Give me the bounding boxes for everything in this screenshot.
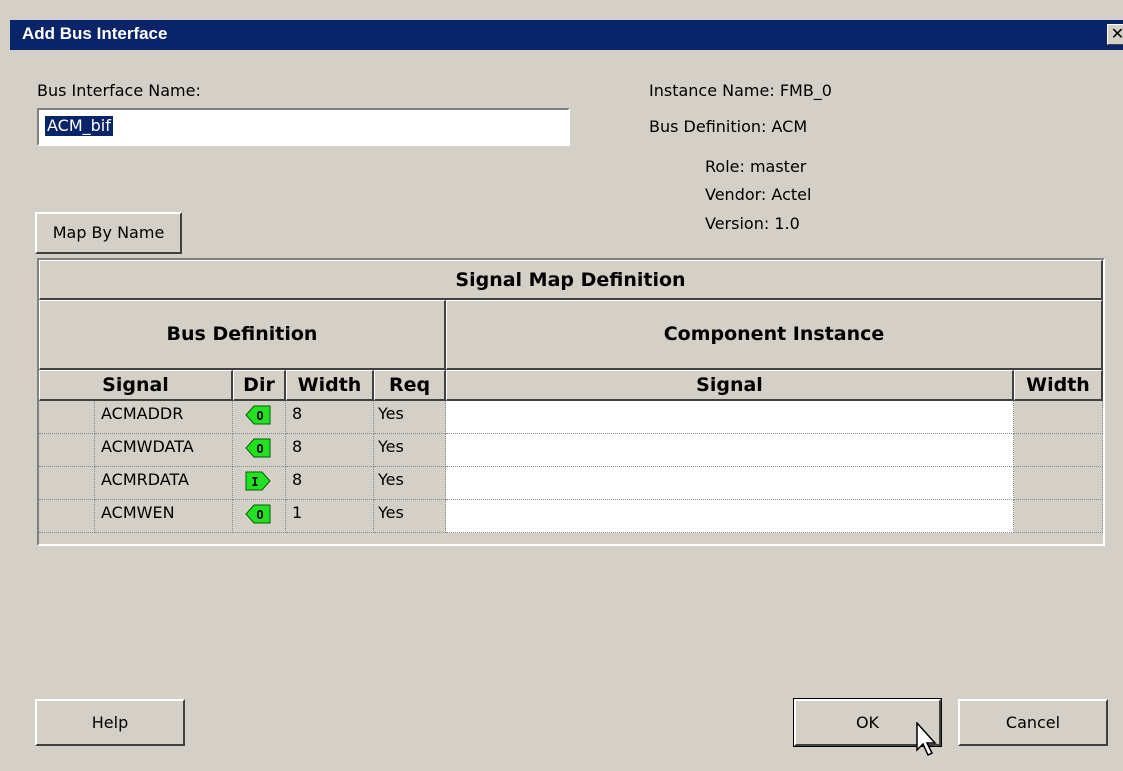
cell-text: Yes xyxy=(378,470,404,489)
direction-output-icon: O xyxy=(245,405,271,425)
col-width-label: Width xyxy=(297,374,362,396)
cell-dir: O xyxy=(233,434,286,467)
cell-text: ACMRDATA xyxy=(101,470,189,489)
cell-width: 8 xyxy=(286,434,374,467)
table-row[interactable]: ACMWDATA O 8 Yes xyxy=(39,434,1103,467)
table-row[interactable]: ACMRDATA I 8 Yes xyxy=(39,467,1103,500)
cell-text: 1 xyxy=(292,503,303,522)
instance-name-text: Instance Name: FMB_0 xyxy=(649,81,832,100)
cell-text: 8 xyxy=(292,404,303,423)
cell-comp-width[interactable] xyxy=(1014,467,1103,500)
cell-dir: O xyxy=(233,401,286,434)
bus-interface-name-value: ACM_bif xyxy=(45,116,113,136)
version-text: Version: 1.0 xyxy=(705,214,800,233)
row-header-cell xyxy=(39,500,95,533)
cell-req: Yes xyxy=(374,434,446,467)
component-instance-group-header: Component Instance xyxy=(446,300,1103,370)
col-signal-label: Signal xyxy=(102,374,169,396)
col-header-dir[interactable]: Dir xyxy=(233,370,286,401)
cell-comp-width[interactable] xyxy=(1014,401,1103,434)
cancel-label: Cancel xyxy=(1005,713,1061,732)
cell-text: 8 xyxy=(292,470,303,489)
cancel-button[interactable]: Cancel xyxy=(958,699,1108,746)
cell-text: ACMWDATA xyxy=(101,437,194,456)
cell-comp-signal[interactable] xyxy=(446,434,1014,467)
cell-width: 1 xyxy=(286,500,374,533)
mouse-cursor-icon xyxy=(916,722,937,757)
cell-dir: O xyxy=(233,500,286,533)
col-header-signal[interactable]: Signal xyxy=(39,370,233,401)
cell-comp-signal[interactable] xyxy=(446,500,1014,533)
bus-definition-text: Bus Definition: ACM xyxy=(649,117,808,136)
col-header-component-signal[interactable]: Signal xyxy=(446,370,1014,401)
direction-letter: O xyxy=(256,409,263,423)
cell-text: Yes xyxy=(378,404,404,423)
cell-width: 8 xyxy=(286,401,374,434)
cell-width: 8 xyxy=(286,467,374,500)
direction-output-icon: O xyxy=(245,438,271,458)
bus-definition-group-label: Bus Definition xyxy=(166,323,318,345)
cell-req: Yes xyxy=(374,467,446,500)
map-by-name-label: Map By Name xyxy=(52,223,165,242)
role-text: Role: master xyxy=(705,157,807,176)
cell-comp-signal[interactable] xyxy=(446,401,1014,434)
cell-dir: I xyxy=(233,467,286,500)
direction-letter: O xyxy=(256,442,263,456)
component-instance-group-label: Component Instance xyxy=(663,323,885,345)
ok-label: OK xyxy=(855,713,880,732)
row-header-cell xyxy=(39,467,95,500)
vendor-text: Vendor: Actel xyxy=(705,185,812,204)
table-title: Signal Map Definition xyxy=(455,269,686,291)
close-icon: ✕ xyxy=(1110,24,1123,43)
row-header-cell xyxy=(39,401,95,434)
help-button[interactable]: Help xyxy=(35,699,185,746)
direction-letter: I xyxy=(251,475,258,489)
row-header-cell xyxy=(39,434,95,467)
cell-text: ACMWEN xyxy=(101,503,175,522)
title-bar: Add Bus Interface ✕ xyxy=(10,20,1123,50)
close-button[interactable]: ✕ xyxy=(1107,24,1123,45)
cell-comp-width[interactable] xyxy=(1014,434,1103,467)
table-row[interactable]: ACMADDR O 8 Yes xyxy=(39,401,1103,434)
bus-interface-name-input[interactable]: ACM_bif xyxy=(37,108,570,146)
col-req-label: Req xyxy=(388,374,431,396)
cell-signal: ACMWEN xyxy=(95,500,233,533)
signal-map-grid[interactable]: Signal Map Definition Bus Definition Com… xyxy=(37,258,1105,546)
cell-text: ACMADDR xyxy=(101,404,184,423)
window-title: Add Bus Interface xyxy=(22,24,168,43)
col-header-req[interactable]: Req xyxy=(374,370,446,401)
col-comp-signal-label: Signal xyxy=(696,374,763,396)
cell-signal: ACMRDATA xyxy=(95,467,233,500)
col-dir-label: Dir xyxy=(243,374,275,396)
direction-letter: O xyxy=(256,508,263,522)
cell-text: 8 xyxy=(292,437,303,456)
col-header-width[interactable]: Width xyxy=(286,370,374,401)
table-title-header: Signal Map Definition xyxy=(39,260,1103,300)
bus-interface-name-label: Bus Interface Name: xyxy=(37,81,201,100)
cell-text: Yes xyxy=(378,503,404,522)
cell-text: Yes xyxy=(378,437,404,456)
bus-definition-group-header: Bus Definition xyxy=(39,300,446,370)
cell-comp-width[interactable] xyxy=(1014,500,1103,533)
col-comp-width-label: Width xyxy=(1026,374,1090,396)
col-header-component-width[interactable]: Width xyxy=(1014,370,1103,401)
cell-req: Yes xyxy=(374,500,446,533)
help-label: Help xyxy=(91,713,129,732)
direction-input-icon: I xyxy=(245,471,271,491)
cell-signal: ACMWDATA xyxy=(95,434,233,467)
direction-output-icon: O xyxy=(245,504,271,524)
cell-comp-signal[interactable] xyxy=(446,467,1014,500)
table-row[interactable]: ACMWEN O 1 Yes xyxy=(39,500,1103,533)
cell-signal: ACMADDR xyxy=(95,401,233,434)
map-by-name-button[interactable]: Map By Name xyxy=(35,212,182,254)
cell-req: Yes xyxy=(374,401,446,434)
